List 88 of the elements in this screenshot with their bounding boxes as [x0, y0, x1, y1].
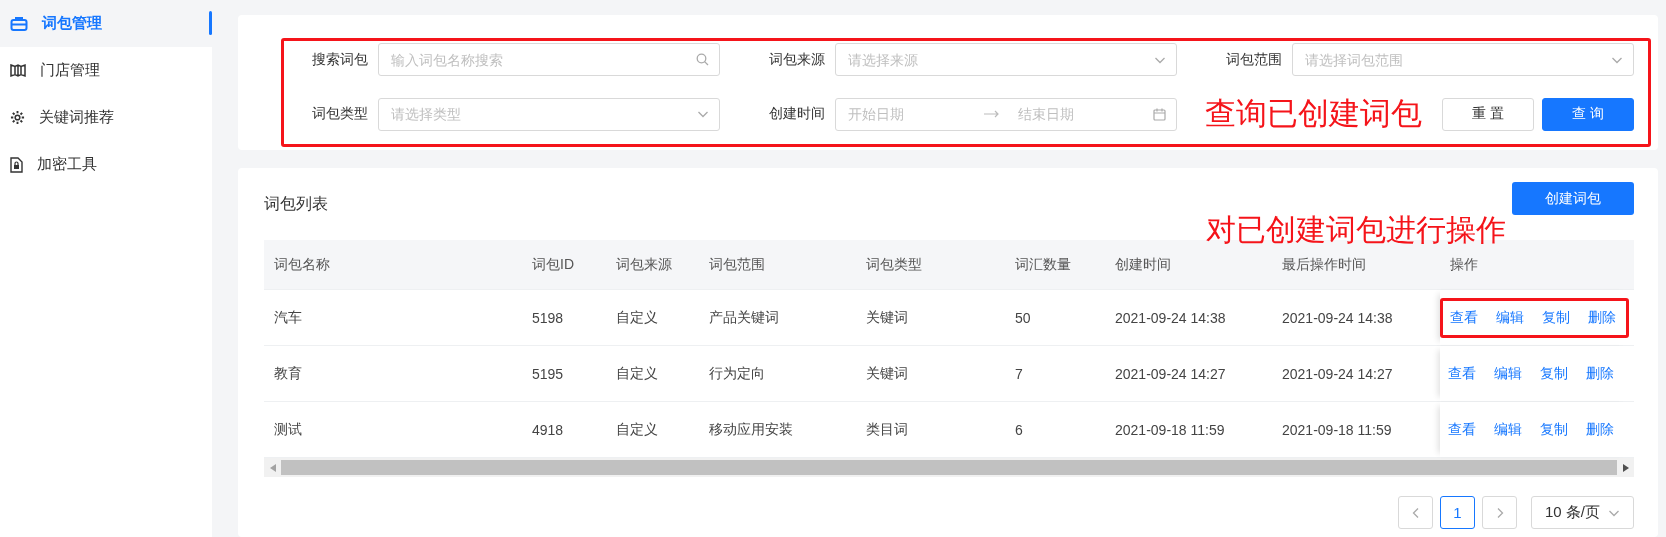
- action-link[interactable]: 查看: [1448, 364, 1476, 383]
- table-cell: 测试: [274, 420, 302, 439]
- action-link[interactable]: 复制: [1540, 420, 1568, 439]
- table-cell: 自定义: [616, 420, 658, 439]
- field-label: 词包来源: [768, 50, 825, 69]
- select-input[interactable]: 请选择词包范围: [1303, 50, 1603, 69]
- table-cell: 6: [1015, 421, 1023, 438]
- table-cell: 自定义: [616, 364, 658, 383]
- table-title: 词包列表: [264, 193, 328, 214]
- query-button[interactable]: 查 询: [1542, 97, 1634, 131]
- table-cell: 5195: [532, 365, 564, 382]
- next-page-button[interactable]: [1482, 496, 1517, 529]
- page-size-select[interactable]: 10 条/页: [1531, 496, 1634, 529]
- end-date-input[interactable]: 结束日期: [1015, 105, 1145, 123]
- annotation-text: 查询已创建词包: [1204, 95, 1422, 133]
- field-label: 词包范围: [1225, 50, 1282, 69]
- action-link[interactable]: 编辑: [1496, 308, 1524, 327]
- action-link[interactable]: 删除: [1588, 308, 1616, 327]
- table-cell: 关键词: [866, 364, 908, 383]
- table-cell: 关键词: [866, 308, 908, 327]
- table-cell: 自定义: [616, 308, 658, 327]
- action-link[interactable]: 查看: [1448, 420, 1476, 439]
- column-header: 操作: [1450, 255, 1478, 274]
- page-button[interactable]: 1: [1440, 496, 1475, 529]
- create-button[interactable]: 创建词包: [1512, 182, 1634, 215]
- field-label: 搜索词包: [311, 50, 368, 69]
- book-icon: [10, 63, 26, 78]
- table-cell: 2021-09-24 14:38: [1115, 309, 1226, 326]
- sidebar-item-label: 词包管理: [42, 14, 102, 33]
- action-link[interactable]: 查看: [1450, 308, 1478, 327]
- table-cell: 产品关键词: [709, 308, 779, 327]
- column-header: 创建时间: [1115, 255, 1171, 274]
- action-link[interactable]: 复制: [1540, 364, 1568, 383]
- table-cell: 教育: [274, 364, 302, 383]
- sidebar-item[interactable]: 词包管理: [0, 0, 212, 47]
- scroll-right-icon[interactable]: [1622, 463, 1629, 472]
- field-label: 创建时间: [768, 105, 825, 123]
- select-field[interactable]: 请选择来源: [835, 43, 1177, 76]
- action-link[interactable]: 编辑: [1494, 420, 1522, 439]
- active-indicator: [209, 11, 212, 35]
- arrow-right-icon: [983, 110, 1000, 118]
- column-header: 词包类型: [866, 255, 922, 274]
- table-cell: 5198: [532, 309, 564, 326]
- annotation-text: 对已创建词包进行操作: [1206, 212, 1506, 248]
- search-icon: [696, 53, 709, 66]
- column-header: 词包名称: [274, 255, 330, 274]
- select-input[interactable]: 请选择来源: [846, 50, 1146, 69]
- column-header: 最后操作时间: [1282, 255, 1366, 274]
- table-cell: 2021-09-24 14:27: [1115, 365, 1226, 382]
- table-cell: 50: [1015, 309, 1031, 326]
- gear-icon: [10, 110, 25, 125]
- action-link[interactable]: 删除: [1586, 364, 1614, 383]
- scroll-left-icon[interactable]: [269, 463, 276, 472]
- table-cell: 汽车: [274, 308, 302, 327]
- table-cell: 行为定向: [709, 364, 765, 383]
- select-field[interactable]: 请选择词包范围: [1292, 43, 1634, 76]
- column-header: 词包ID: [532, 255, 574, 274]
- table-cell: 类目词: [866, 420, 908, 439]
- start-date-input[interactable]: 开始日期: [846, 105, 976, 123]
- horizontal-scrollbar[interactable]: [264, 458, 1634, 477]
- table-cell: 7: [1015, 365, 1023, 382]
- prev-page-button[interactable]: [1398, 496, 1433, 529]
- select-input[interactable]: 请选择类型: [389, 105, 689, 123]
- sidebar-item-label: 门店管理: [40, 61, 100, 80]
- search-field[interactable]: 输入词包名称搜索: [378, 43, 720, 76]
- table-cell: 2021-09-18 11:59: [1115, 421, 1225, 438]
- lock-file-icon: [10, 156, 23, 173]
- column-header: 词汇数量: [1015, 255, 1071, 274]
- briefcase-icon: [10, 15, 28, 32]
- sidebar-item-label: 关键词推荐: [39, 108, 114, 127]
- select-field[interactable]: 请选择类型: [378, 97, 720, 131]
- sidebar-item-label: 加密工具: [37, 155, 97, 174]
- table-cell: 2021-09-24 14:38: [1282, 309, 1393, 326]
- calendar-icon: [1153, 107, 1166, 121]
- action-link[interactable]: 删除: [1586, 420, 1614, 439]
- scrollbar-thumb[interactable]: [281, 460, 1617, 475]
- column-header: 词包来源: [616, 255, 672, 274]
- field-label: 词包类型: [311, 105, 368, 123]
- action-link[interactable]: 编辑: [1494, 364, 1522, 383]
- action-link[interactable]: 复制: [1542, 308, 1570, 327]
- table-cell: 2021-09-18 11:59: [1282, 421, 1392, 438]
- reset-button[interactable]: 重 置: [1442, 97, 1534, 131]
- table-cell: 4918: [532, 421, 564, 438]
- search-input[interactable]: 输入词包名称搜索: [389, 50, 688, 69]
- column-header: 词包范围: [709, 255, 765, 274]
- table-cell: 移动应用安装: [709, 420, 793, 439]
- date-range-field[interactable]: 开始日期 结束日期: [835, 97, 1177, 131]
- table-cell: 2021-09-24 14:27: [1282, 365, 1393, 382]
